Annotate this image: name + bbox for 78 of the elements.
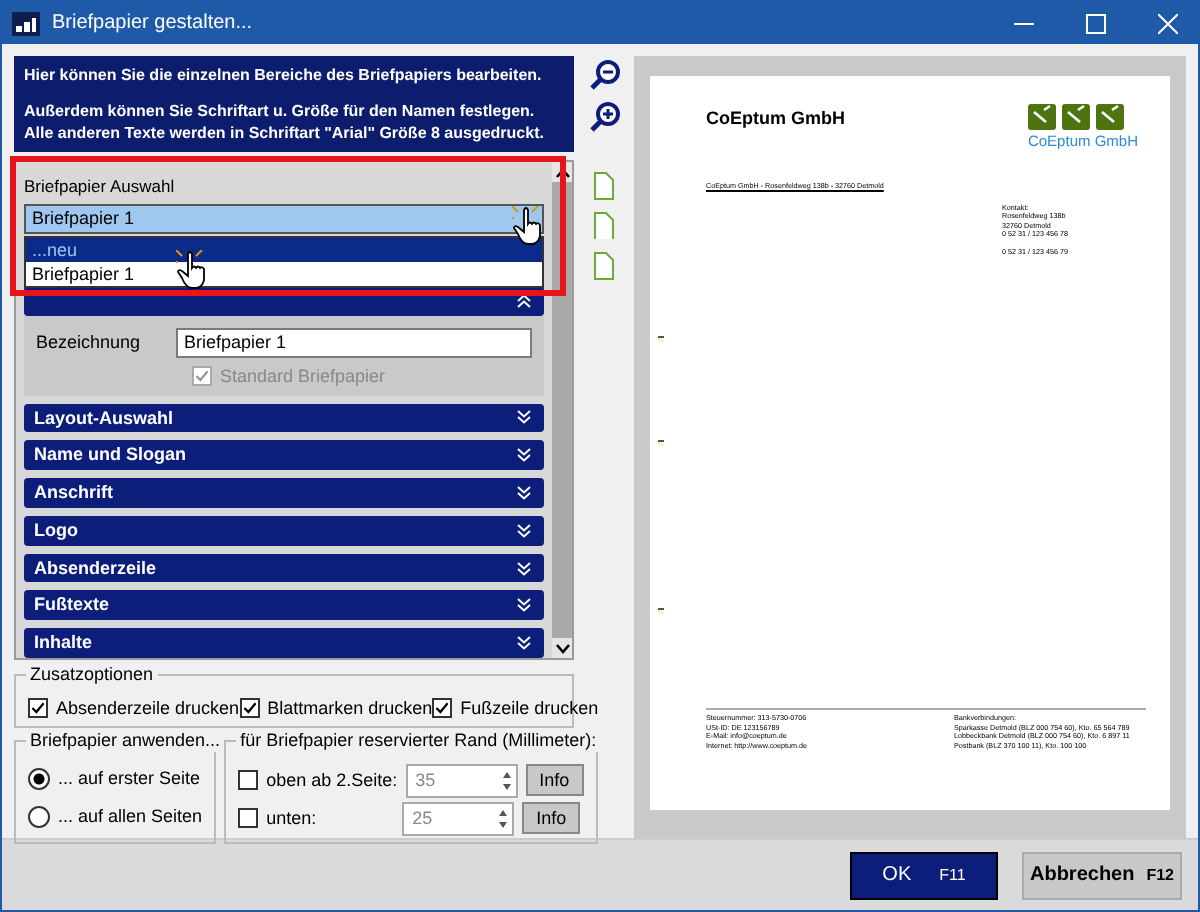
dropdown-option[interactable]: Briefpapier 1	[26, 262, 542, 287]
zoom-in-icon[interactable]	[589, 102, 619, 132]
section-title: Inhalte	[34, 632, 93, 655]
name-input[interactable]: Briefpapier 1	[176, 327, 532, 358]
number-field[interactable]: 35	[405, 763, 518, 798]
page-icon[interactable]	[594, 252, 614, 280]
checkmark-icon	[30, 698, 46, 719]
section-header[interactable]: Layout-Auswahl	[24, 403, 544, 433]
dropdown-value: Briefpapier 1	[32, 208, 135, 230]
section-header[interactable]: Inhalte	[24, 628, 544, 659]
info-button[interactable]: Info	[522, 802, 581, 835]
page-icon[interactable]	[594, 172, 614, 200]
dropdown-option[interactable]: ...neu	[26, 238, 542, 263]
window-title: Briefpapier gestalten...	[52, 11, 255, 35]
section-header[interactable]: Absenderzeile	[24, 553, 544, 583]
section-header[interactable]: Logo	[24, 515, 544, 546]
section-title: Name und Slogan	[34, 444, 187, 467]
zoom-out-icon[interactable]	[589, 60, 619, 90]
number-field[interactable]: 25	[402, 801, 515, 836]
double-chevron-icon[interactable]	[516, 523, 532, 538]
fold-mark	[658, 440, 664, 445]
double-chevron-icon[interactable]	[516, 410, 532, 425]
checkbox-label: Fußzeile drucken	[460, 698, 599, 720]
section-title: Fußtexte	[34, 594, 110, 617]
page-icon[interactable]	[594, 212, 614, 240]
checkbox-label: unten:	[266, 807, 319, 830]
radio-label: ... auf allen Seiten	[58, 805, 203, 828]
double-chevron-icon[interactable]	[516, 561, 532, 576]
group-title: Briefpapier anwenden...	[26, 729, 225, 752]
logo-icon	[1027, 104, 1124, 130]
checkmark-icon	[194, 366, 210, 387]
checkbox-label: oben ab 2.Seite:	[266, 769, 398, 792]
info-text: Alle anderen Texte werden in Schriftart "Arial" Größe 8 ausgedruckt.	[24, 122, 546, 144]
double-chevron-icon[interactable]	[516, 486, 532, 501]
scroll-down-icon[interactable]	[555, 643, 569, 653]
double-chevron-icon[interactable]	[516, 598, 532, 613]
info-text: Außerdem können Sie Schriftart u. Größe für den Namen festlegen.	[24, 100, 537, 122]
checkbox-label: Standard Briefpapier	[220, 365, 386, 388]
checkbox[interactable]	[432, 698, 453, 719]
section-title: Logo	[34, 519, 78, 542]
section-header[interactable]: Name und Slogan	[24, 440, 544, 471]
double-chevron-icon[interactable]	[516, 448, 532, 463]
selection-label: Briefpapier Auswahl	[24, 176, 177, 197]
close-icon	[1158, 13, 1178, 33]
app-icon	[12, 11, 40, 35]
spinner-icon[interactable]	[501, 769, 512, 792]
cancel-button[interactable]: Abbrechen F12	[1022, 851, 1182, 899]
fold-mark	[658, 608, 664, 613]
checkmark-icon	[434, 698, 451, 719]
double-chevron-icon[interactable]	[516, 293, 532, 308]
group-title: für Briefpapier reservierter Rand (Millimeter):	[236, 729, 601, 752]
checkmark-icon	[241, 698, 258, 719]
radio-button[interactable]	[28, 805, 50, 828]
checkbox[interactable]	[238, 770, 259, 791]
section-title: Layout-Auswahl	[34, 407, 174, 429]
ok-button[interactable]: OK F11	[850, 851, 998, 899]
scrollbar[interactable]	[552, 162, 572, 658]
checkbox[interactable]	[239, 698, 260, 719]
radio-button[interactable]	[28, 767, 50, 790]
group-title: Zusatzoptionen	[26, 664, 158, 686]
radio-label: ... auf erster Seite	[58, 767, 201, 790]
section-header[interactable]: Fußtexte	[24, 590, 544, 621]
checkbox[interactable]	[238, 808, 259, 829]
info-text: Hier können Sie die einzelnen Bereiche des Briefpapiers bearbeiten.	[24, 64, 544, 86]
spinner-icon[interactable]	[498, 807, 509, 830]
checkbox-label: Absenderzeile drucken	[56, 698, 240, 720]
info-button[interactable]: Info	[525, 764, 584, 797]
scroll-up-icon[interactable]	[555, 167, 569, 177]
fold-mark	[658, 336, 664, 341]
field-label: Bezeichnung	[36, 331, 143, 354]
checkbox-label: Blattmarken drucken	[267, 698, 433, 720]
company-name: CoEptum GmbH	[706, 108, 845, 132]
checkbox[interactable]	[28, 698, 48, 719]
maximize-icon	[1086, 13, 1106, 33]
section-title: Anschrift	[34, 482, 114, 504]
section-title: Absenderzeile	[34, 557, 157, 579]
double-chevron-icon[interactable]	[516, 636, 532, 651]
section-header[interactable]: Anschrift	[24, 478, 544, 508]
